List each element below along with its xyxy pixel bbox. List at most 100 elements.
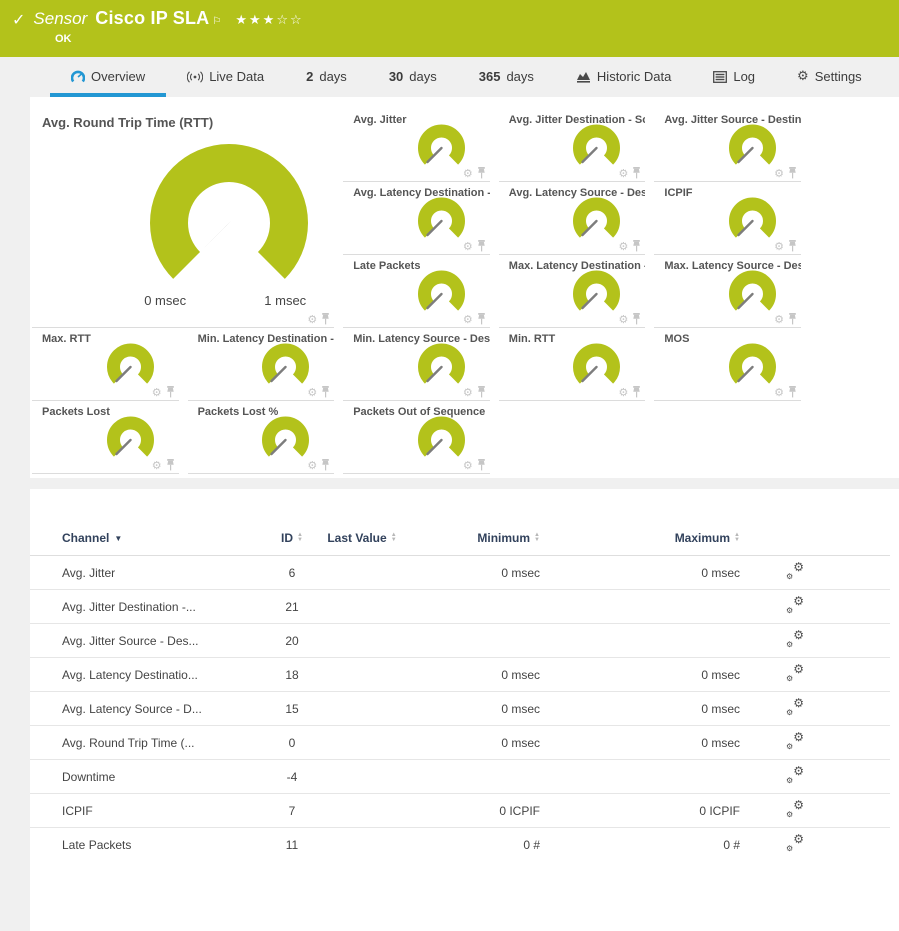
tab-log[interactable]: Log — [692, 69, 776, 97]
tab-overview[interactable]: Overview — [50, 69, 166, 97]
gauge-dial — [725, 342, 783, 392]
gauge-settings-gear-icon[interactable]: ⚙ — [463, 241, 473, 252]
tab-settings[interactable]: ⚙ Settings — [776, 69, 883, 97]
channel-minimum: 0 # — [402, 838, 540, 852]
column-header-channel[interactable]: Channel▼ — [62, 531, 262, 545]
channel-maximum: 0 msec — [540, 702, 740, 716]
tab-label: days — [319, 69, 346, 84]
pin-icon[interactable] — [788, 167, 797, 179]
channel-edit-icon[interactable]: ⚙⚙ — [786, 699, 804, 715]
channel-maximum: 0 msec — [540, 566, 740, 580]
gauge-card-15: Packets Lost % ⚙ — [188, 401, 335, 474]
pin-icon[interactable] — [477, 313, 486, 325]
gauge-dial — [258, 342, 316, 392]
channel-edit-icon[interactable]: ⚙⚙ — [786, 563, 804, 579]
column-header-id[interactable]: ID▲▼ — [262, 531, 322, 545]
sort-icon: ▲▼ — [734, 533, 740, 543]
pin-icon[interactable] — [166, 459, 175, 471]
pin-icon[interactable] — [321, 386, 330, 398]
pin-icon[interactable] — [477, 386, 486, 398]
channel-edit-icon[interactable]: ⚙⚙ — [786, 631, 804, 647]
table-row[interactable]: Avg. Jitter Destination -... 21 ⚙⚙ — [30, 589, 890, 623]
pin-icon[interactable] — [477, 459, 486, 471]
channel-minimum: 0 msec — [402, 566, 540, 580]
pin-icon[interactable] — [632, 167, 641, 179]
table-row[interactable]: Avg. Jitter Source - Des... 20 ⚙⚙ — [30, 623, 890, 657]
pin-icon[interactable] — [788, 313, 797, 325]
gauge-settings-gear-icon[interactable]: ⚙ — [463, 460, 473, 471]
channel-minimum: 0 ICPIF — [402, 804, 540, 818]
gauge-dial — [103, 342, 161, 392]
priority-stars[interactable]: ★★★☆☆ — [235, 12, 303, 28]
pin-icon[interactable] — [788, 386, 797, 398]
gauge-settings-gear-icon[interactable]: ⚙ — [619, 241, 629, 252]
tab-label: days — [506, 69, 533, 84]
table-row[interactable]: ICPIF 7 0 ICPIF 0 ICPIF ⚙⚙ — [30, 793, 890, 827]
table-row[interactable]: Late Packets 11 0 # 0 # ⚙⚙ — [30, 827, 890, 861]
table-row[interactable]: Avg. Latency Source - D... 15 0 msec 0 m… — [30, 691, 890, 725]
table-body: Avg. Jitter 6 0 msec 0 msec ⚙⚙ Avg. Jitt… — [30, 555, 890, 861]
pin-icon[interactable] — [632, 386, 641, 398]
pin-icon[interactable] — [477, 240, 486, 252]
channel-id: 7 — [262, 804, 322, 818]
status-check-icon: ✓ — [12, 10, 25, 30]
channel-edit-icon[interactable]: ⚙⚙ — [786, 767, 804, 783]
pin-icon[interactable] — [321, 313, 330, 325]
channel-edit-icon[interactable]: ⚙⚙ — [786, 835, 804, 851]
gauge-settings-gear-icon[interactable]: ⚙ — [619, 314, 629, 325]
gauge-settings-gear-icon[interactable]: ⚙ — [152, 460, 162, 471]
gauge-title: Avg. Round Trip Time (RTT) — [32, 109, 334, 130]
pin-icon[interactable] — [632, 313, 641, 325]
tab-365-days[interactable]: 365 days — [458, 69, 555, 97]
table-row[interactable]: Avg. Latency Destinatio... 18 0 msec 0 m… — [30, 657, 890, 691]
gauge-dial — [725, 196, 783, 246]
tab-label: Overview — [91, 69, 145, 84]
column-header-last-value[interactable]: Last Value▲▼ — [322, 531, 402, 545]
sort-icon: ▲▼ — [297, 533, 303, 543]
gauge-settings-gear-icon[interactable]: ⚙ — [463, 314, 473, 325]
gauge-settings-gear-icon[interactable]: ⚙ — [774, 387, 784, 398]
column-header-minimum[interactable]: Minimum▲▼ — [402, 531, 540, 545]
pin-icon[interactable] — [477, 167, 486, 179]
pin-icon[interactable] — [788, 240, 797, 252]
gauge-dial — [414, 269, 472, 319]
pin-icon[interactable] — [321, 459, 330, 471]
channel-edit-icon[interactable]: ⚙⚙ — [786, 801, 804, 817]
table-row[interactable]: Avg. Round Trip Time (... 0 0 msec 0 mse… — [30, 725, 890, 759]
channel-edit-icon[interactable]: ⚙⚙ — [786, 665, 804, 681]
gauge-card-16: Packets Out of Sequence ⚙ — [343, 401, 490, 474]
channel-id: 6 — [262, 566, 322, 580]
tab-30-days[interactable]: 30 days — [368, 69, 458, 97]
gauge-settings-gear-icon[interactable]: ⚙ — [774, 168, 784, 179]
gauge-dial — [103, 415, 161, 465]
flag-icon[interactable]: ⚐ — [212, 16, 221, 27]
pin-icon[interactable] — [632, 240, 641, 252]
gauge-settings-gear-icon[interactable]: ⚙ — [307, 314, 317, 325]
tab-live-data[interactable]: Live Data — [166, 69, 285, 97]
gauge-title: Avg. Jitter Source - Destination — [654, 109, 801, 126]
gauge-card-12: Min. RTT ⚙ — [499, 328, 646, 401]
gauge-settings-gear-icon[interactable]: ⚙ — [152, 387, 162, 398]
table-row[interactable]: Downtime -4 ⚙⚙ — [30, 759, 890, 793]
gauge-icon — [71, 70, 85, 84]
table-row[interactable]: Avg. Jitter 6 0 msec 0 msec ⚙⚙ — [30, 556, 890, 589]
gauge-settings-gear-icon[interactable]: ⚙ — [774, 241, 784, 252]
gauge-settings-gear-icon[interactable]: ⚙ — [619, 168, 629, 179]
channel-edit-icon[interactable]: ⚙⚙ — [786, 597, 804, 613]
gauge-dial — [414, 196, 472, 246]
gauge-title: Max. Latency Source - Destin... — [654, 255, 801, 272]
gauge-settings-gear-icon[interactable]: ⚙ — [463, 387, 473, 398]
gauge-settings-gear-icon[interactable]: ⚙ — [619, 387, 629, 398]
gauge-card-3: Avg. Latency Destination - So... ⚙ — [343, 182, 490, 255]
gauge-title: Avg. Jitter Destination - Source — [499, 109, 646, 126]
channel-edit-icon[interactable]: ⚙⚙ — [786, 733, 804, 749]
gauge-settings-gear-icon[interactable]: ⚙ — [307, 460, 317, 471]
gauge-settings-gear-icon[interactable]: ⚙ — [463, 168, 473, 179]
pin-icon[interactable] — [166, 386, 175, 398]
gauge-settings-gear-icon[interactable]: ⚙ — [774, 314, 784, 325]
gauge-card-4: Avg. Latency Source - Destin... ⚙ — [499, 182, 646, 255]
column-header-maximum[interactable]: Maximum▲▼ — [540, 531, 740, 545]
gauge-settings-gear-icon[interactable]: ⚙ — [307, 387, 317, 398]
tab-historic-data[interactable]: Historic Data — [555, 69, 692, 97]
tab-2-days[interactable]: 2 days — [285, 69, 368, 97]
